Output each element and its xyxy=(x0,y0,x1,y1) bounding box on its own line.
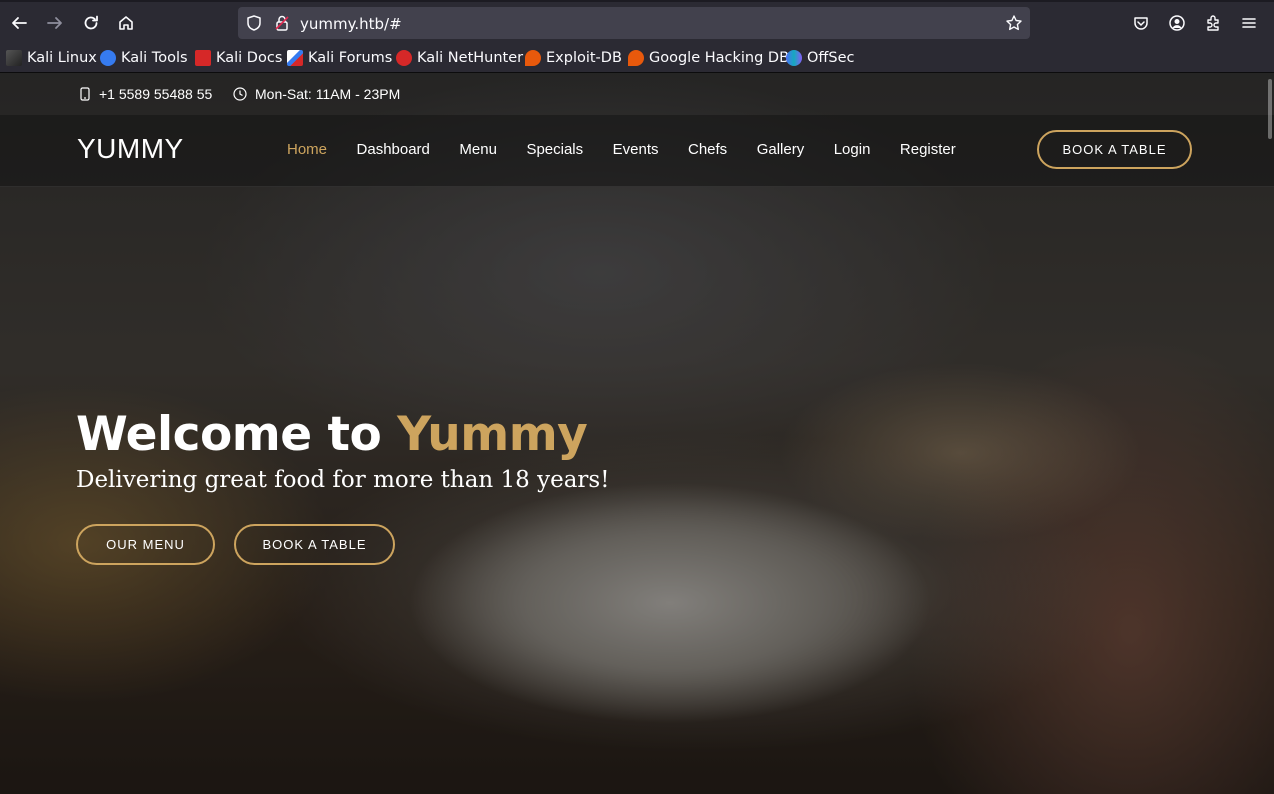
nav-chefs[interactable]: Chefs xyxy=(688,141,727,158)
bookmark-kali-forums[interactable]: Kali Forums xyxy=(287,48,392,68)
nav-specials[interactable]: Specials xyxy=(526,141,583,158)
nav-events[interactable]: Events xyxy=(613,141,659,158)
url-bar[interactable]: yummy.htb/# xyxy=(238,7,1030,39)
page-viewport: +1 5589 55488 55 Mon-Sat: 11AM - 23PM YU… xyxy=(0,73,1274,794)
bookmark-label: Google Hacking DB xyxy=(649,50,790,66)
kali-nethunter-icon xyxy=(396,50,412,66)
site-header: YUMMY Home Dashboard Menu Specials Event… xyxy=(0,115,1274,187)
kali-docs-icon xyxy=(195,50,211,66)
nav-gallery[interactable]: Gallery xyxy=(757,141,805,158)
bookmark-label: Kali Tools xyxy=(121,50,188,66)
bookmark-exploit-db[interactable]: Exploit-DB xyxy=(525,48,622,68)
bookmark-label: Kali Forums xyxy=(308,50,393,66)
account-button[interactable] xyxy=(1162,8,1192,38)
kali-tools-icon xyxy=(100,50,116,66)
exploit-db-icon xyxy=(525,50,541,66)
bookmarks-bar: Kali Linux Kali Tools Kali Docs Kali For… xyxy=(0,42,1274,73)
nav-home[interactable]: Home xyxy=(287,141,327,158)
kali-linux-icon xyxy=(6,50,22,66)
bookmark-label: Kali Linux xyxy=(27,50,97,66)
hours-info: Mon-Sat: 11AM - 23PM xyxy=(233,86,400,102)
hero-title-accent: Yummy xyxy=(397,407,588,462)
offsec-icon xyxy=(786,50,802,66)
kali-forums-icon xyxy=(287,50,303,66)
nav-menu[interactable]: Menu xyxy=(459,141,497,158)
forward-arrow-icon xyxy=(47,17,62,29)
nav-login[interactable]: Login xyxy=(834,141,871,158)
bookmark-label: OffSec xyxy=(807,50,855,66)
reload-icon xyxy=(84,15,98,30)
back-button[interactable] xyxy=(4,8,34,38)
bookmark-label: Exploit-DB xyxy=(546,50,622,66)
bookmark-label: Kali Docs xyxy=(216,50,283,66)
url-text[interactable]: yummy.htb/# xyxy=(300,15,402,33)
pocket-button[interactable] xyxy=(1126,8,1156,38)
puzzle-icon xyxy=(1207,15,1219,31)
hero-book-table-button[interactable]: BOOK A TABLE xyxy=(234,524,395,565)
reload-button[interactable] xyxy=(76,8,106,38)
home-button[interactable] xyxy=(111,8,141,38)
phone-text: +1 5589 55488 55 xyxy=(99,86,213,102)
bookmark-star-icon[interactable] xyxy=(1005,14,1023,32)
scroll-thumb[interactable] xyxy=(1268,79,1272,139)
hero-subtitle: Delivering great food for more than 18 y… xyxy=(76,467,610,493)
account-icon xyxy=(1169,15,1185,31)
clock-icon xyxy=(233,87,247,101)
shield-icon[interactable] xyxy=(245,14,263,32)
bookmark-kali-linux[interactable]: Kali Linux xyxy=(6,48,97,68)
page-scrollbar[interactable] xyxy=(1266,73,1274,794)
bookmark-kali-docs[interactable]: Kali Docs xyxy=(195,48,282,68)
nav-register[interactable]: Register xyxy=(900,141,956,158)
hero-title-prefix: Welcome to xyxy=(76,407,398,462)
browser-toolbar: yummy.htb/# xyxy=(0,0,1274,42)
pocket-icon xyxy=(1134,17,1148,30)
bookmark-google-hacking-db[interactable]: Google Hacking DB xyxy=(628,48,789,68)
bookmark-kali-nethunter[interactable]: Kali NetHunter xyxy=(396,48,523,68)
bookmark-label: Kali NetHunter xyxy=(417,50,524,66)
hamburger-icon xyxy=(1242,18,1256,28)
home-icon xyxy=(119,16,133,30)
extensions-button[interactable] xyxy=(1198,8,1228,38)
bookmark-offsec[interactable]: OffSec xyxy=(786,48,855,68)
phone-icon xyxy=(80,87,90,101)
ghdb-icon xyxy=(628,50,644,66)
site-logo[interactable]: YUMMY xyxy=(77,133,184,165)
main-nav: Home Dashboard Menu Specials Events Chef… xyxy=(287,141,985,158)
lock-insecure-icon[interactable] xyxy=(273,14,291,32)
contact-topbar: +1 5589 55488 55 Mon-Sat: 11AM - 23PM xyxy=(0,73,1274,115)
phone-info: +1 5589 55488 55 xyxy=(79,86,212,102)
our-menu-button[interactable]: OUR MENU xyxy=(76,524,215,565)
hero-title: Welcome to Yummy xyxy=(76,407,588,462)
nav-dashboard[interactable]: Dashboard xyxy=(357,141,430,158)
header-book-table-button[interactable]: BOOK A TABLE xyxy=(1037,130,1192,169)
bookmark-kali-tools[interactable]: Kali Tools xyxy=(100,48,188,68)
forward-button[interactable] xyxy=(40,8,70,38)
hours-text: Mon-Sat: 11AM - 23PM xyxy=(255,86,401,102)
menu-button[interactable] xyxy=(1234,8,1264,38)
back-arrow-icon xyxy=(12,17,27,29)
